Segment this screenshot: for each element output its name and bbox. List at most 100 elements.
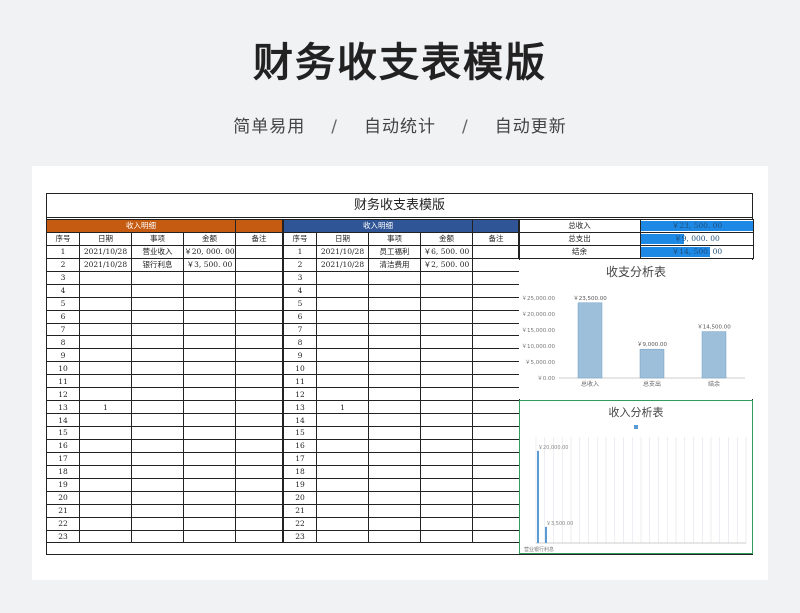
table-cell[interactable]: 15 — [46, 426, 80, 440]
table-cell[interactable] — [316, 348, 369, 363]
table-cell[interactable] — [420, 270, 473, 285]
table-cell[interactable]: 2021/10/28 — [316, 244, 369, 259]
table-cell[interactable] — [79, 361, 132, 376]
table-cell[interactable]: 8 — [46, 335, 80, 350]
table-cell[interactable] — [368, 516, 421, 531]
table-cell[interactable]: 7 — [46, 322, 80, 337]
table-cell[interactable]: 10 — [46, 361, 80, 376]
table-cell[interactable] — [79, 438, 132, 453]
table-cell[interactable] — [131, 309, 184, 324]
table-cell[interactable] — [183, 503, 236, 518]
table-cell[interactable]: 9 — [46, 348, 80, 363]
table-cell[interactable] — [131, 283, 184, 298]
table-cell[interactable]: 12 — [283, 387, 317, 402]
table-cell[interactable] — [131, 503, 184, 518]
table-cell[interactable] — [368, 477, 421, 492]
table-cell[interactable]: 14 — [283, 413, 317, 427]
table-cell[interactable] — [368, 296, 421, 311]
table-cell[interactable] — [368, 309, 421, 324]
table-cell[interactable] — [79, 309, 132, 324]
table-cell[interactable]: 21 — [283, 503, 317, 518]
table-cell[interactable] — [183, 400, 236, 415]
table-cell[interactable] — [472, 361, 520, 376]
table-cell[interactable]: 1 — [283, 244, 317, 259]
table-cell[interactable] — [183, 335, 236, 350]
table-cell[interactable] — [316, 464, 369, 479]
table-cell[interactable] — [183, 426, 236, 440]
table-cell[interactable] — [183, 451, 236, 466]
table-cell[interactable] — [316, 296, 369, 311]
table-cell[interactable] — [316, 270, 369, 285]
table-cell[interactable] — [472, 387, 520, 402]
table-cell[interactable]: 17 — [283, 451, 317, 466]
table-cell[interactable] — [183, 270, 236, 285]
table-cell[interactable] — [368, 529, 421, 544]
table-cell[interactable] — [420, 361, 473, 376]
table-cell[interactable]: 2021/10/28 — [316, 257, 369, 272]
table-cell[interactable] — [420, 464, 473, 479]
table-cell[interactable] — [183, 309, 236, 324]
table-cell[interactable]: 17 — [46, 451, 80, 466]
table-cell[interactable] — [131, 516, 184, 531]
table-cell[interactable] — [183, 516, 236, 531]
table-cell[interactable] — [472, 503, 520, 518]
table-cell[interactable] — [420, 529, 473, 544]
table-cell[interactable]: 6 — [46, 309, 80, 324]
table-cell[interactable]: 2 — [283, 257, 317, 272]
table-cell[interactable] — [131, 438, 184, 453]
table-cell[interactable] — [368, 464, 421, 479]
table-cell[interactable] — [316, 335, 369, 350]
table-cell[interactable]: 18 — [46, 464, 80, 479]
table-cell[interactable] — [316, 413, 369, 427]
table-cell[interactable]: 银行利息 — [131, 257, 184, 272]
table-cell[interactable] — [79, 348, 132, 363]
table-cell[interactable] — [235, 516, 283, 531]
table-cell[interactable]: 2021/10/28 — [79, 257, 132, 272]
table-cell[interactable] — [316, 503, 369, 518]
table-cell[interactable] — [472, 477, 520, 492]
table-cell[interactable] — [420, 387, 473, 402]
table-cell[interactable]: 12 — [46, 387, 80, 402]
table-cell[interactable] — [368, 283, 421, 298]
table-cell[interactable] — [420, 477, 473, 492]
table-cell[interactable]: 13 — [46, 400, 80, 415]
table-cell[interactable] — [235, 270, 283, 285]
summary-value-cell[interactable]: ￥14, 500. 00 — [640, 244, 754, 259]
table-cell[interactable]: 16 — [46, 438, 80, 453]
table-cell[interactable]: 7 — [283, 322, 317, 337]
table-cell[interactable] — [79, 387, 132, 402]
table-cell[interactable]: 5 — [46, 296, 80, 311]
summary-value-cell[interactable]: ￥23, 500. 00 — [640, 219, 754, 233]
table-cell[interactable] — [131, 451, 184, 466]
table-cell[interactable] — [235, 283, 283, 298]
table-cell[interactable] — [472, 309, 520, 324]
table-cell[interactable] — [316, 529, 369, 544]
table-cell[interactable] — [183, 438, 236, 453]
table-cell[interactable] — [79, 283, 132, 298]
table-cell[interactable] — [316, 516, 369, 531]
table-cell[interactable] — [183, 348, 236, 363]
table-cell[interactable] — [235, 464, 283, 479]
table-cell[interactable]: 19 — [283, 477, 317, 492]
table-cell[interactable]: 23 — [283, 529, 317, 544]
table-cell[interactable] — [79, 451, 132, 466]
table-cell[interactable] — [316, 438, 369, 453]
summary-value-cell[interactable]: ￥9, 000. 00 — [640, 231, 754, 246]
table-cell[interactable] — [316, 490, 369, 505]
table-cell[interactable] — [472, 438, 520, 453]
table-cell[interactable]: ￥3, 500. 00 — [183, 257, 236, 272]
table-cell[interactable] — [235, 413, 283, 427]
table-cell[interactable]: 14 — [46, 413, 80, 427]
table-cell[interactable]: 2 — [46, 257, 80, 272]
table-cell[interactable] — [79, 477, 132, 492]
table-cell[interactable]: 22 — [46, 516, 80, 531]
table-cell[interactable]: 10 — [283, 361, 317, 376]
table-cell[interactable] — [420, 322, 473, 337]
table-cell[interactable]: 2021/10/28 — [79, 244, 132, 259]
table-cell[interactable]: 19 — [46, 477, 80, 492]
table-cell[interactable] — [183, 477, 236, 492]
table-cell[interactable] — [183, 413, 236, 427]
table-cell[interactable] — [368, 490, 421, 505]
table-cell[interactable] — [472, 348, 520, 363]
table-cell[interactable] — [368, 335, 421, 350]
